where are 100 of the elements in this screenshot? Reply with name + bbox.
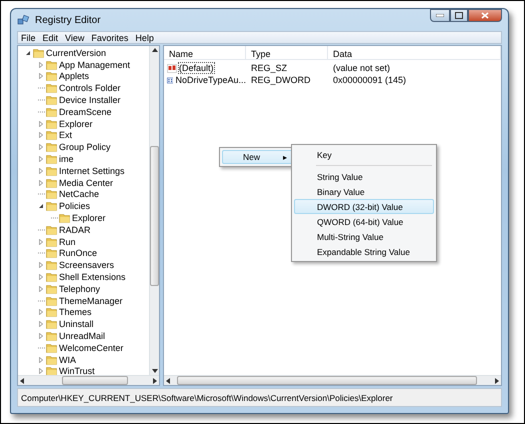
scroll-thumb[interactable] bbox=[150, 146, 159, 286]
folder-icon bbox=[46, 307, 57, 318]
tree-item[interactable]: Explorer bbox=[18, 212, 149, 224]
value-name[interactable]: NoDriveTypeAu... bbox=[175, 75, 246, 85]
expanded-arrow-icon[interactable] bbox=[24, 50, 30, 56]
tree-item[interactable]: Screensavers bbox=[18, 259, 149, 272]
collapsed-arrow-icon[interactable] bbox=[38, 356, 44, 363]
menu-item[interactable]: Key bbox=[294, 147, 434, 162]
menu-item[interactable]: Help bbox=[135, 32, 154, 42]
collapsed-arrow-icon[interactable] bbox=[38, 309, 44, 316]
collapsed-arrow-icon[interactable] bbox=[38, 262, 44, 268]
tree-item[interactable]: RunOnce bbox=[18, 248, 149, 260]
expanded-arrow-icon[interactable] bbox=[38, 203, 44, 210]
tree-item[interactable]: Uninstall bbox=[18, 318, 149, 330]
folder-icon bbox=[46, 296, 57, 306]
value-name[interactable]: (Default) bbox=[179, 63, 214, 73]
tree-item[interactable]: WIA bbox=[18, 354, 149, 366]
collapsed-arrow-icon[interactable] bbox=[38, 286, 44, 292]
collapsed-arrow-icon[interactable] bbox=[38, 333, 44, 340]
tree-item[interactable]: Controls Folder bbox=[18, 82, 149, 94]
maximize-button[interactable] bbox=[450, 9, 468, 22]
tree-item[interactable]: Telephony bbox=[18, 282, 149, 295]
tree-item[interactable]: Internet Settings bbox=[18, 164, 149, 177]
menu-item[interactable]: Expandable String Value bbox=[294, 244, 434, 259]
registry-cubes-icon bbox=[17, 14, 30, 26]
folder-icon bbox=[46, 366, 57, 375]
menu-item[interactable]: Edit bbox=[42, 32, 58, 42]
folder-icon bbox=[46, 331, 57, 342]
tree-item[interactable]: ime bbox=[18, 153, 149, 165]
tree-item[interactable]: Policies bbox=[18, 200, 149, 212]
vertical-scrollbar[interactable] bbox=[149, 46, 159, 375]
menu-item[interactable]: File bbox=[21, 32, 36, 42]
menu-item[interactable]: QWORD (64-bit) Value bbox=[294, 214, 434, 229]
tree-item[interactable]: Explorer bbox=[18, 118, 149, 130]
folder-icon bbox=[46, 142, 57, 152]
close-button[interactable] bbox=[468, 9, 502, 22]
tree-connector-line bbox=[36, 298, 44, 304]
collapsed-arrow-icon[interactable] bbox=[38, 62, 44, 68]
scroll-thumb[interactable] bbox=[177, 376, 477, 385]
scroll-left-icon[interactable] bbox=[164, 376, 172, 384]
collapsed-arrow-icon[interactable] bbox=[38, 274, 44, 280]
collapsed-arrow-icon[interactable] bbox=[38, 168, 44, 174]
tree-item[interactable]: Device Installer bbox=[18, 94, 149, 106]
tree-item[interactable]: WelcomeCenter bbox=[18, 342, 149, 354]
horizontal-scrollbar[interactable] bbox=[164, 375, 501, 385]
scroll-up-icon[interactable] bbox=[150, 46, 158, 54]
status-path: Computer\HKEY_CURRENT_USER\Software\Microsoft\Windows\CurrentVersion\Policies\Explorer bbox=[21, 392, 393, 402]
minimize-button[interactable] bbox=[430, 9, 450, 22]
tree-item[interactable]: Ext bbox=[18, 130, 149, 142]
collapsed-arrow-icon[interactable] bbox=[38, 368, 44, 374]
folder-icon bbox=[46, 319, 57, 330]
folder-icon bbox=[46, 284, 57, 294]
menu-item[interactable]: Favorites bbox=[91, 32, 128, 42]
tree-item[interactable]: ThemeManager bbox=[18, 294, 149, 307]
tree-item[interactable]: CurrentVersion bbox=[18, 47, 149, 59]
column-header[interactable]: Data bbox=[328, 46, 501, 59]
collapsed-arrow-icon[interactable] bbox=[38, 73, 44, 80]
maximize-icon bbox=[455, 12, 463, 19]
folder-icon bbox=[46, 201, 57, 212]
folder-icon bbox=[46, 95, 57, 106]
folder-icon bbox=[46, 71, 57, 82]
folder-icon bbox=[46, 118, 57, 129]
scroll-thumb[interactable] bbox=[62, 376, 128, 385]
tree-item[interactable]: DreamScene bbox=[18, 106, 149, 118]
folder-icon bbox=[46, 272, 57, 282]
tree-connector-line bbox=[36, 191, 44, 198]
scroll-right-icon[interactable] bbox=[493, 376, 501, 384]
folder-icon bbox=[33, 48, 44, 58]
tree-connector-line bbox=[36, 108, 44, 115]
tree-item[interactable]: NetCache bbox=[18, 188, 149, 200]
column-header[interactable]: Name bbox=[164, 46, 246, 59]
menu-item[interactable]: View bbox=[65, 32, 84, 42]
string-value-icon bbox=[167, 64, 177, 72]
tree-item[interactable]: Media Center bbox=[18, 176, 149, 189]
tree-item[interactable]: App Management bbox=[18, 58, 149, 71]
collapsed-arrow-icon[interactable] bbox=[38, 120, 44, 127]
collapsed-arrow-icon[interactable] bbox=[38, 321, 44, 328]
tree-item[interactable]: Group Policy bbox=[18, 141, 149, 154]
scroll-left-icon[interactable] bbox=[18, 376, 26, 384]
tree-item[interactable]: UnreadMail bbox=[18, 330, 149, 342]
tree-item[interactable]: Applets bbox=[18, 70, 149, 82]
menu-item[interactable]: Binary Value bbox=[294, 184, 434, 199]
window-title: Registry Editor bbox=[35, 14, 101, 26]
tree-item[interactable]: Themes bbox=[18, 306, 149, 318]
menu-item[interactable]: Multi-String Value bbox=[294, 229, 434, 244]
horizontal-scrollbar[interactable] bbox=[18, 375, 159, 385]
collapsed-arrow-icon[interactable] bbox=[38, 132, 44, 138]
menu-item[interactable]: New ▸ bbox=[222, 150, 294, 164]
menu-item[interactable]: String Value bbox=[294, 169, 434, 184]
collapsed-arrow-icon[interactable] bbox=[38, 180, 44, 186]
tree-item[interactable]: Shell Extensions bbox=[18, 271, 149, 283]
folder-icon bbox=[46, 224, 57, 235]
collapsed-arrow-icon[interactable] bbox=[38, 238, 44, 245]
tree-item[interactable]: Run bbox=[18, 236, 149, 248]
collapsed-arrow-icon[interactable] bbox=[38, 156, 44, 162]
collapsed-arrow-icon[interactable] bbox=[38, 144, 44, 150]
tree-connector-line bbox=[50, 215, 58, 222]
tree-item[interactable]: RADAR bbox=[18, 224, 149, 236]
column-header[interactable]: Type bbox=[246, 46, 328, 59]
menu-item[interactable]: DWORD (32-bit) Value bbox=[294, 199, 434, 214]
